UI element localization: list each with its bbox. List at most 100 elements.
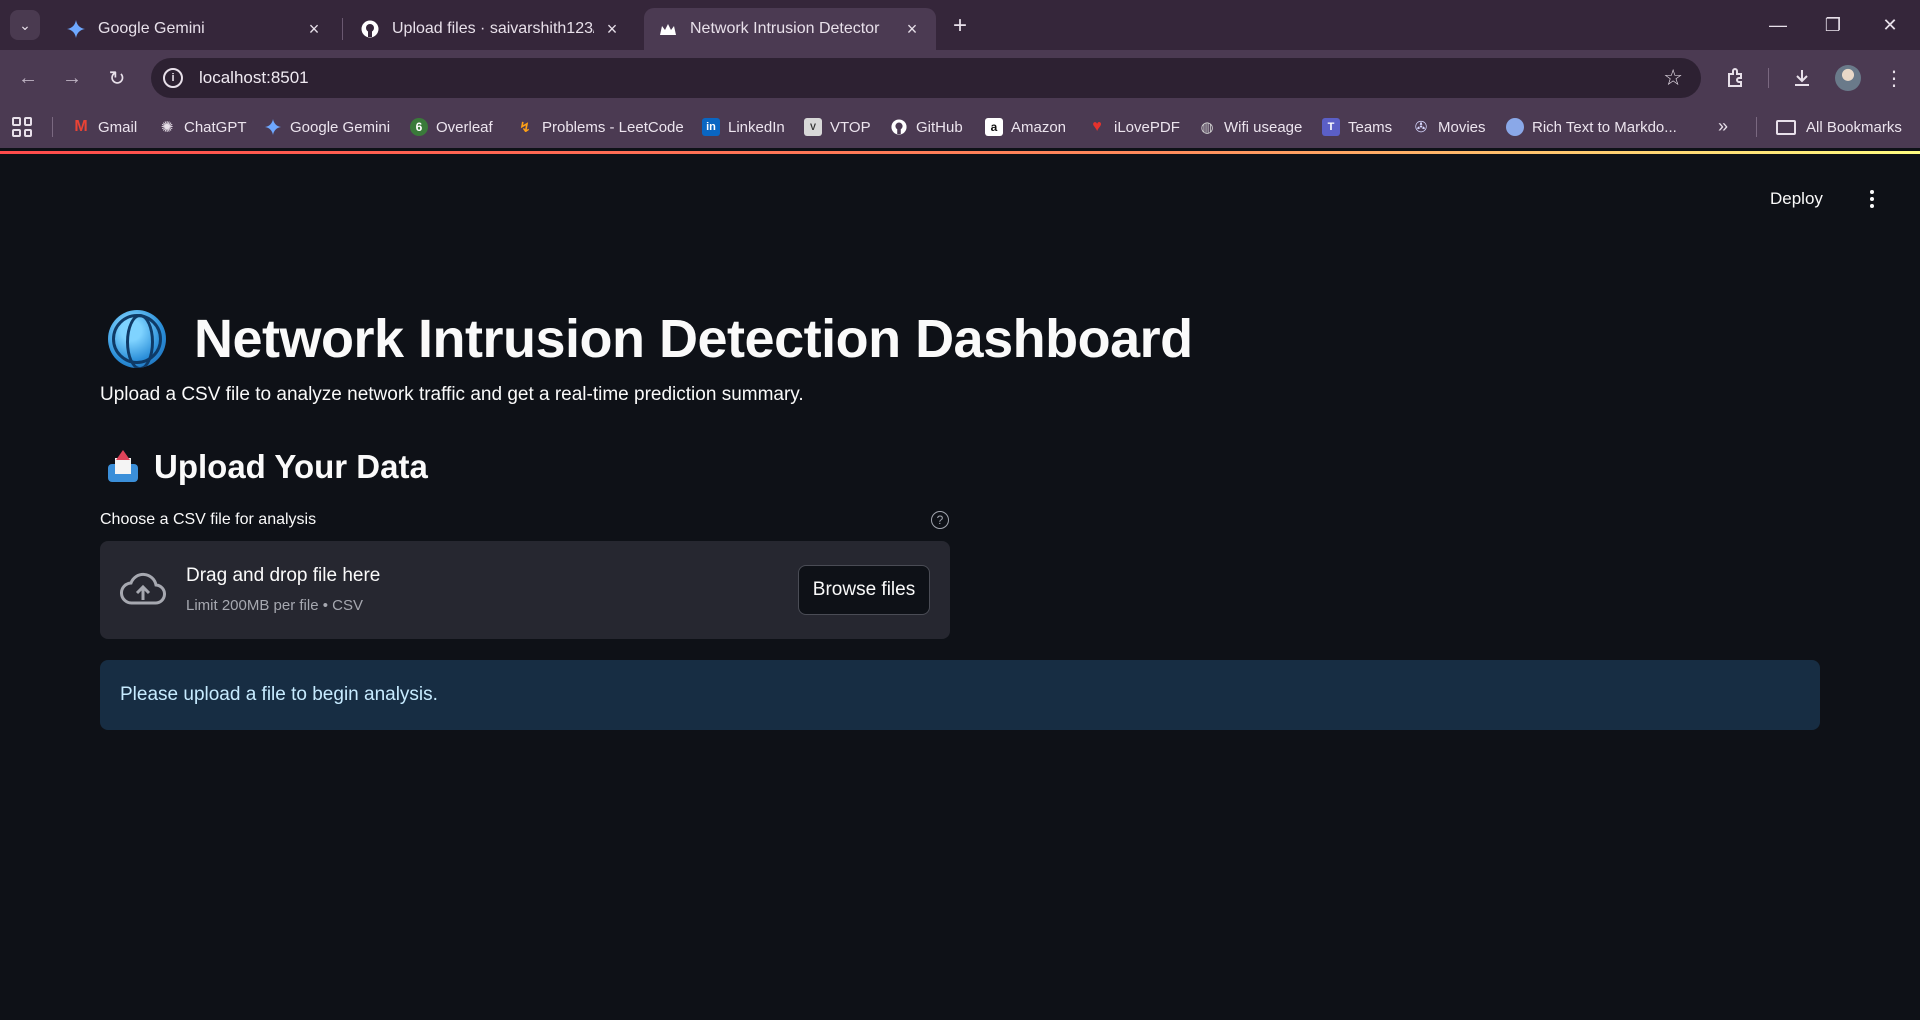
close-icon[interactable]: × xyxy=(304,19,324,39)
vtop-icon: V xyxy=(804,118,822,136)
arrow-left-icon: ← xyxy=(18,66,38,89)
restore-icon: ❐ xyxy=(1824,14,1842,35)
bookmark-amazon[interactable]: a Amazon xyxy=(985,114,1066,140)
bookmark-vtop[interactable]: V VTOP xyxy=(804,114,871,140)
url-text[interactable]: localhost:8501 xyxy=(199,68,309,88)
github-icon xyxy=(890,118,908,136)
tab-google-gemini[interactable]: Google Gemini × xyxy=(52,8,338,50)
all-bookmarks-label: All Bookmarks xyxy=(1806,118,1902,136)
bookmark-github[interactable]: GitHub xyxy=(890,114,963,140)
browser-toolbar: ← → ↻ i localhost:8501 ☆ ⋮ xyxy=(0,50,1920,106)
tab-strip: ⌄ Google Gemini × Upload files · saivars… xyxy=(0,0,1920,50)
close-window-button[interactable]: ✕ xyxy=(1870,10,1910,40)
bookmark-overleaf[interactable]: 6 Overleaf xyxy=(410,114,493,140)
app-main: Deploy Network Intrusion Detection Dashb… xyxy=(0,154,1920,1020)
amazon-icon: a xyxy=(985,118,1003,136)
gemini-icon xyxy=(66,19,86,39)
plus-icon: + xyxy=(952,12,967,39)
bookmark-label: Amazon xyxy=(1011,118,1067,136)
streamlit-icon xyxy=(658,19,678,39)
browse-files-button[interactable]: Browse files xyxy=(798,565,930,615)
inbox-tray-icon xyxy=(108,450,138,482)
bookmark-google-gemini[interactable]: Google Gemini xyxy=(264,114,390,140)
bookmark-linkedin[interactable]: in LinkedIn xyxy=(702,114,785,140)
browser-menu-icon[interactable]: ⋮ xyxy=(1878,62,1910,94)
extensions-icon[interactable] xyxy=(1720,62,1752,94)
close-icon[interactable]: × xyxy=(902,19,922,39)
help-icon[interactable]: ? xyxy=(931,511,949,529)
bookmark-label: Wifi useage xyxy=(1224,118,1303,136)
tab-network-intrusion-detector[interactable]: Network Intrusion Detector × xyxy=(644,8,936,50)
bookmark-label: GitHub xyxy=(916,118,963,136)
bookmark-label: ChatGPT xyxy=(184,118,247,136)
overleaf-icon: 6 xyxy=(410,118,428,136)
bookmark-rich-text-to-markdown[interactable]: Rich Text to Markdo... xyxy=(1506,114,1677,140)
folder-icon xyxy=(1776,119,1796,135)
dropzone-instructions: Drag and drop file here xyxy=(186,565,381,586)
linkedin-icon: in xyxy=(702,118,720,136)
section-heading-text: Upload Your Data xyxy=(154,448,428,485)
bookmark-teams[interactable]: T Teams xyxy=(1322,114,1392,140)
bookmark-label: Gmail xyxy=(98,118,138,136)
bookmarks-divider xyxy=(1756,117,1757,137)
bookmark-label: Movies xyxy=(1438,118,1486,136)
globe-icon xyxy=(108,310,166,368)
bookmark-label: Google Gemini xyxy=(290,118,391,136)
apps-grid-icon[interactable] xyxy=(12,117,32,137)
tab-github-upload[interactable]: Upload files · saivarshith123/AN × xyxy=(346,8,636,50)
all-bookmarks-button[interactable]: All Bookmarks xyxy=(1776,114,1902,140)
tab-search-button[interactable]: ⌄ xyxy=(10,10,40,40)
deploy-button[interactable]: Deploy xyxy=(1770,184,1823,214)
bookmark-label: Teams xyxy=(1348,118,1393,136)
back-button[interactable]: ← xyxy=(12,62,44,94)
address-bar[interactable]: i localhost:8501 ☆ xyxy=(151,58,1701,98)
close-icon: ✕ xyxy=(1882,14,1898,35)
app-menu-icon[interactable] xyxy=(1862,184,1882,214)
globe-icon: ◍ xyxy=(1200,119,1214,136)
page-title: Network Intrusion Detection Dashboard xyxy=(100,294,1193,384)
profile-avatar[interactable] xyxy=(1835,65,1861,91)
gemini-icon xyxy=(264,118,282,136)
bookmark-gmail[interactable]: M Gmail xyxy=(72,114,137,140)
bookmark-wifi-useage[interactable]: ◍ Wifi useage xyxy=(1198,114,1302,140)
markdown-icon xyxy=(1506,118,1524,136)
bookmark-chatgpt[interactable]: ✺ ChatGPT xyxy=(158,114,247,140)
more-bookmarks-icon[interactable]: » xyxy=(1718,116,1728,137)
downloads-icon[interactable] xyxy=(1786,62,1818,94)
tab-title: Google Gemini xyxy=(98,20,205,37)
forward-button[interactable]: → xyxy=(56,62,88,94)
bookmarks-divider xyxy=(52,117,53,137)
file-dropzone[interactable]: Drag and drop file here Limit 200MB per … xyxy=(100,541,950,639)
restore-button[interactable]: ❐ xyxy=(1813,10,1853,40)
new-tab-button[interactable]: + xyxy=(946,12,974,40)
github-icon xyxy=(360,19,380,39)
section-heading: Upload Your Data xyxy=(100,444,428,490)
bookmark-star-icon[interactable]: ☆ xyxy=(1663,65,1683,91)
info-alert-text: Please upload a file to begin analysis. xyxy=(120,684,438,705)
leetcode-icon: ↯ xyxy=(519,118,531,135)
minimize-button[interactable]: — xyxy=(1758,10,1798,40)
chevron-down-icon: ⌄ xyxy=(19,16,31,33)
gmail-icon: M xyxy=(74,118,88,135)
bookmarks-bar: M Gmail ✺ ChatGPT Google Gemini 6 Overle… xyxy=(0,106,1920,148)
close-icon[interactable]: × xyxy=(602,19,622,39)
dropzone-limit-text: Limit 200MB per file • CSV xyxy=(186,597,363,614)
bookmark-leetcode[interactable]: ↯ Problems - LeetCode xyxy=(516,114,684,140)
bookmark-label: LinkedIn xyxy=(728,118,785,136)
minimize-icon: — xyxy=(1769,14,1787,35)
page-subtitle: Upload a CSV file to analyze network tra… xyxy=(100,384,804,405)
cloud-upload-icon xyxy=(120,572,166,605)
tab-title: Network Intrusion Detector xyxy=(690,20,880,37)
bookmark-label: VTOP xyxy=(830,118,871,136)
reload-icon: ↻ xyxy=(108,67,126,90)
info-alert: Please upload a file to begin analysis. xyxy=(100,660,1820,730)
reload-button[interactable]: ↻ xyxy=(101,62,133,94)
bookmark-movies[interactable]: ✇ Movies xyxy=(1412,114,1486,140)
page-title-text: Network Intrusion Detection Dashboard xyxy=(194,309,1193,369)
teams-icon: T xyxy=(1322,118,1340,136)
chatgpt-icon: ✺ xyxy=(160,119,174,136)
toolbar-divider xyxy=(1768,68,1769,88)
bookmark-label: Problems - LeetCode xyxy=(542,118,684,136)
bookmark-ilovepdf[interactable]: ♥ iLovePDF xyxy=(1088,114,1180,140)
site-info-icon[interactable]: i xyxy=(163,68,183,88)
